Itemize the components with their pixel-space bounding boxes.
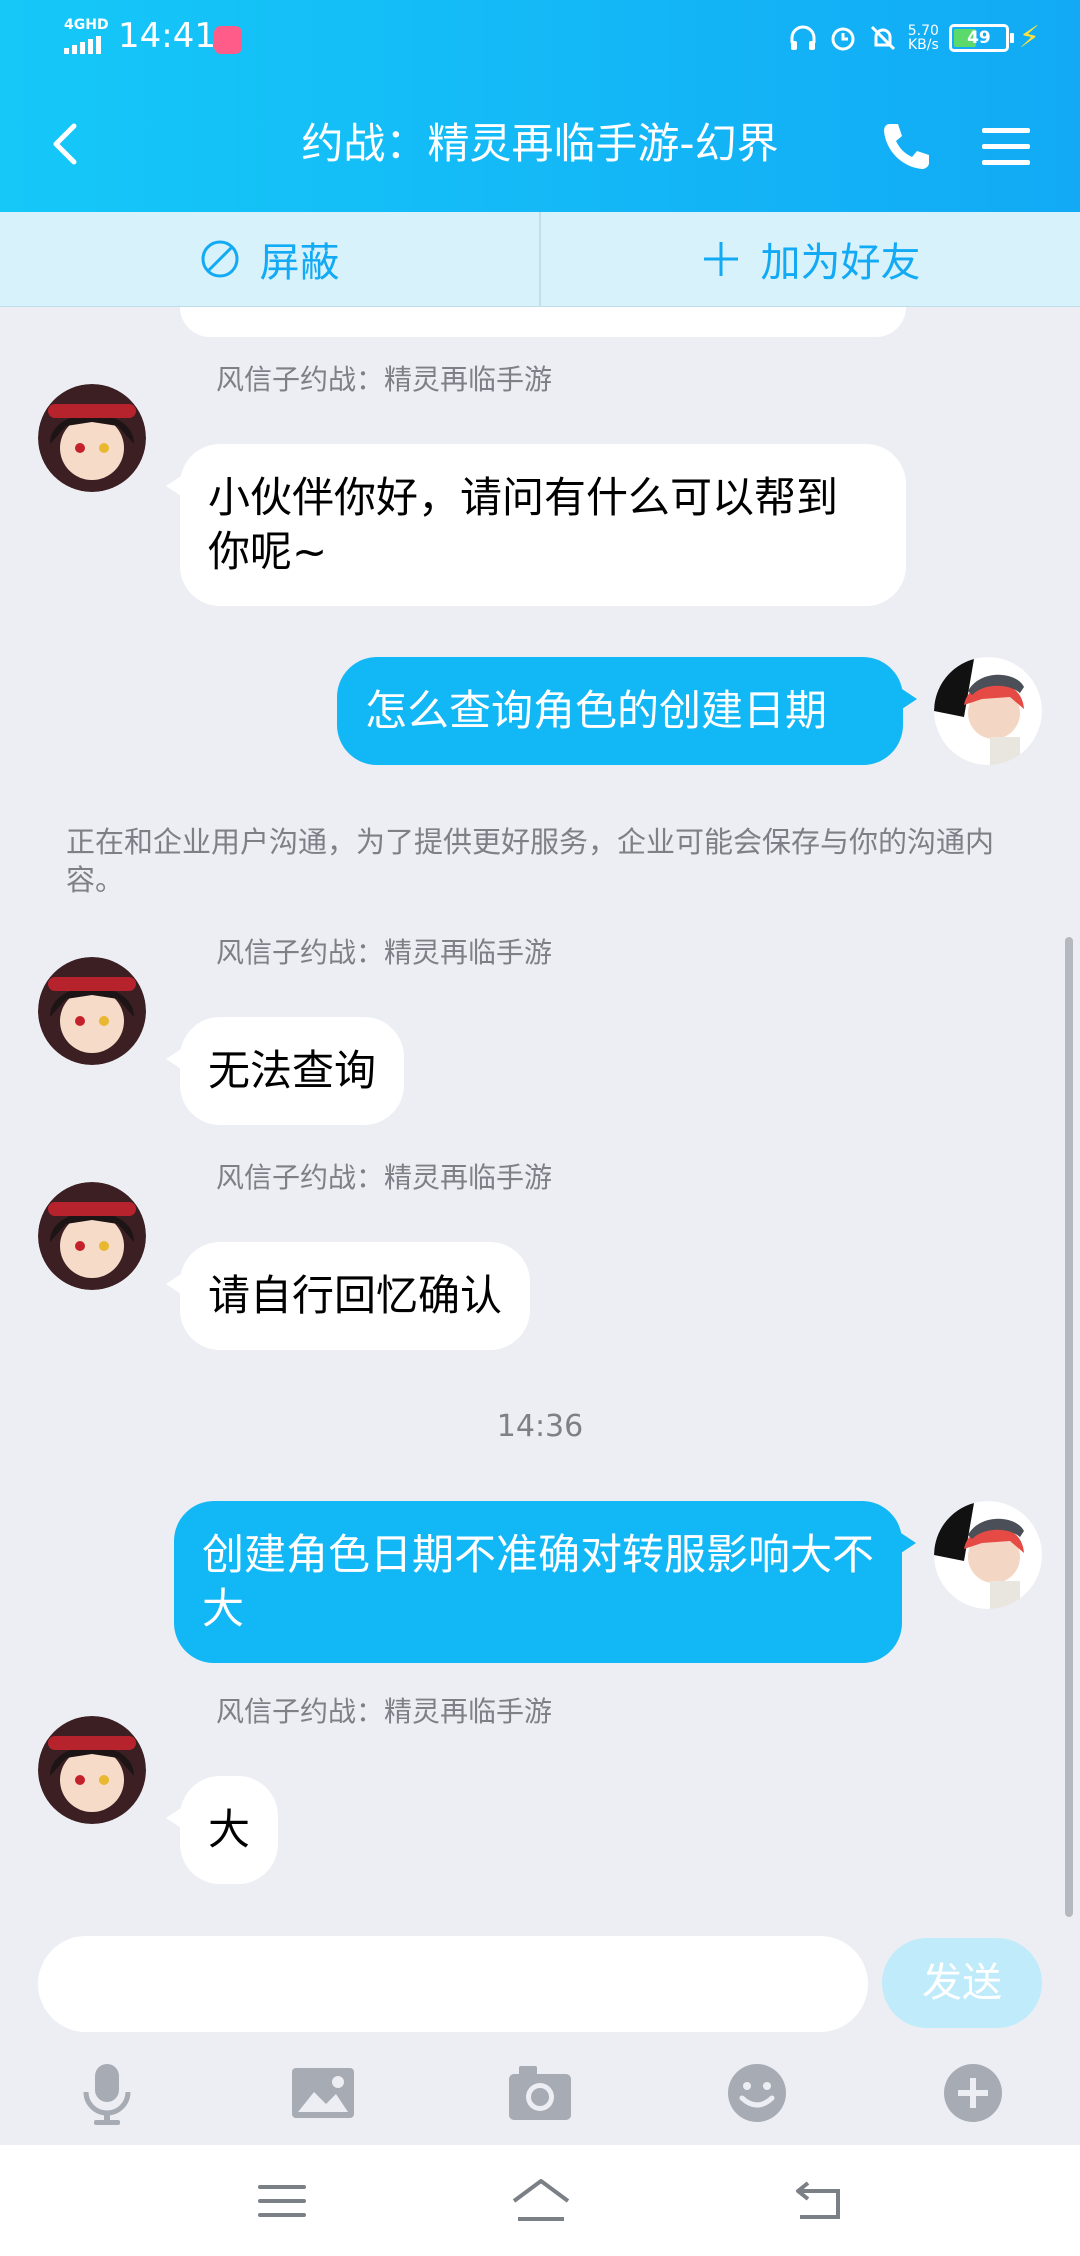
message-text: 请自行回忆确认: [208, 1271, 503, 1320]
alarm-icon: [831, 27, 855, 51]
image-icon[interactable]: [288, 2058, 358, 2128]
network-type: 4GHD: [64, 17, 109, 33]
message-bubble-partial: [180, 307, 906, 337]
input-toolbar: [0, 2048, 1080, 2138]
home-icon[interactable]: [510, 2173, 572, 2229]
add-friend-button[interactable]: 加为好友: [539, 212, 1080, 306]
chat-messages[interactable]: 风信子约战：精灵再临手游 小伙伴你好，请问有什么可以帮到你呢~ 怎么查询角色的创…: [0, 307, 1080, 1930]
block-button[interactable]: 屏蔽: [0, 212, 539, 306]
chat-title: 约战：精灵再临手游-幻界: [301, 119, 779, 168]
input-bar: 发送: [0, 1930, 1080, 2145]
microphone-icon[interactable]: [72, 2058, 142, 2128]
system-nav-bar: [0, 2145, 1080, 2256]
message-bubble[interactable]: 小伙伴你好，请问有什么可以帮到你呢~: [166, 444, 906, 606]
message-input[interactable]: [38, 1936, 868, 2032]
plus-icon: [703, 242, 738, 276]
plus-circle-icon[interactable]: [938, 2058, 1008, 2128]
app-notification-icon: [214, 26, 242, 54]
my-avatar[interactable]: [934, 1501, 1042, 1609]
phone-icon[interactable]: [876, 116, 936, 176]
message-timestamp: 14:36: [496, 1409, 584, 1444]
avatar[interactable]: [38, 1716, 146, 1824]
headphones-icon: [790, 25, 816, 50]
scrollbar[interactable]: [1065, 937, 1073, 1917]
back-icon[interactable]: [788, 2173, 848, 2229]
add-friend-label: 加为好友: [760, 240, 921, 286]
mute-icon: [870, 25, 895, 51]
action-bar: 屏蔽 加为好友: [0, 212, 1080, 307]
emoji-icon[interactable]: [722, 2058, 792, 2128]
message-text: 创建角色日期不准确对转服影响大不大: [202, 1530, 875, 1633]
message-bubble[interactable]: 无法查询: [165, 1017, 405, 1125]
back-button[interactable]: [36, 114, 96, 174]
message-text: 小伙伴你好，请问有什么可以帮到你呢~: [208, 473, 839, 576]
block-label: 屏蔽: [259, 240, 340, 286]
my-avatar[interactable]: [934, 657, 1042, 765]
hamburger-menu-icon[interactable]: [976, 116, 1036, 176]
message-bubble[interactable]: 请自行回忆确认: [165, 1242, 531, 1350]
status-time: 14:41: [118, 16, 216, 56]
sender-name: 风信子约战：精灵再临手游: [216, 1161, 553, 1194]
battery-icon: 49: [948, 24, 1014, 52]
avatar[interactable]: [38, 957, 146, 1065]
chat-header: 约战：精灵再临手游-幻界: [0, 76, 1080, 212]
avatar[interactable]: [38, 1182, 146, 1290]
message-bubble[interactable]: 创建角色日期不准确对转服影响大不大: [174, 1501, 916, 1663]
message-text: 大: [208, 1805, 251, 1854]
message-bubble[interactable]: 大: [165, 1776, 279, 1884]
sender-name: 风信子约战：精灵再临手游: [216, 363, 553, 396]
sender-name: 风信子约战：精灵再临手游: [216, 936, 553, 969]
signal-icon: [64, 36, 101, 54]
send-button[interactable]: 发送: [882, 1938, 1042, 2028]
message-text: 怎么查询角色的创建日期: [365, 686, 828, 735]
sender-name: 风信子约战：精灵再临手游: [216, 1695, 553, 1728]
avatar[interactable]: [38, 384, 146, 492]
menu-icon[interactable]: [252, 2173, 312, 2229]
message-text: 无法查询: [208, 1046, 377, 1095]
block-icon: [201, 240, 238, 278]
charging-icon: ⚡: [1018, 20, 1040, 55]
top-bar: 4GHD 14:41 5.70 KB/s 49 ⚡ 约战：精灵再临手游-幻界: [0, 0, 1080, 212]
privacy-notice: 正在和企业用户沟通，为了提供更好服务，企业可能会保存与你的沟通内容。: [66, 825, 995, 897]
battery-percent: 49: [967, 28, 991, 48]
camera-icon[interactable]: [505, 2058, 575, 2128]
message-bubble[interactable]: 怎么查询角色的创建日期: [337, 657, 917, 765]
status-bar: 4GHD 14:41 5.70 KB/s 49 ⚡: [0, 0, 1080, 76]
network-speed: 5.70 KB/s: [907, 23, 939, 53]
